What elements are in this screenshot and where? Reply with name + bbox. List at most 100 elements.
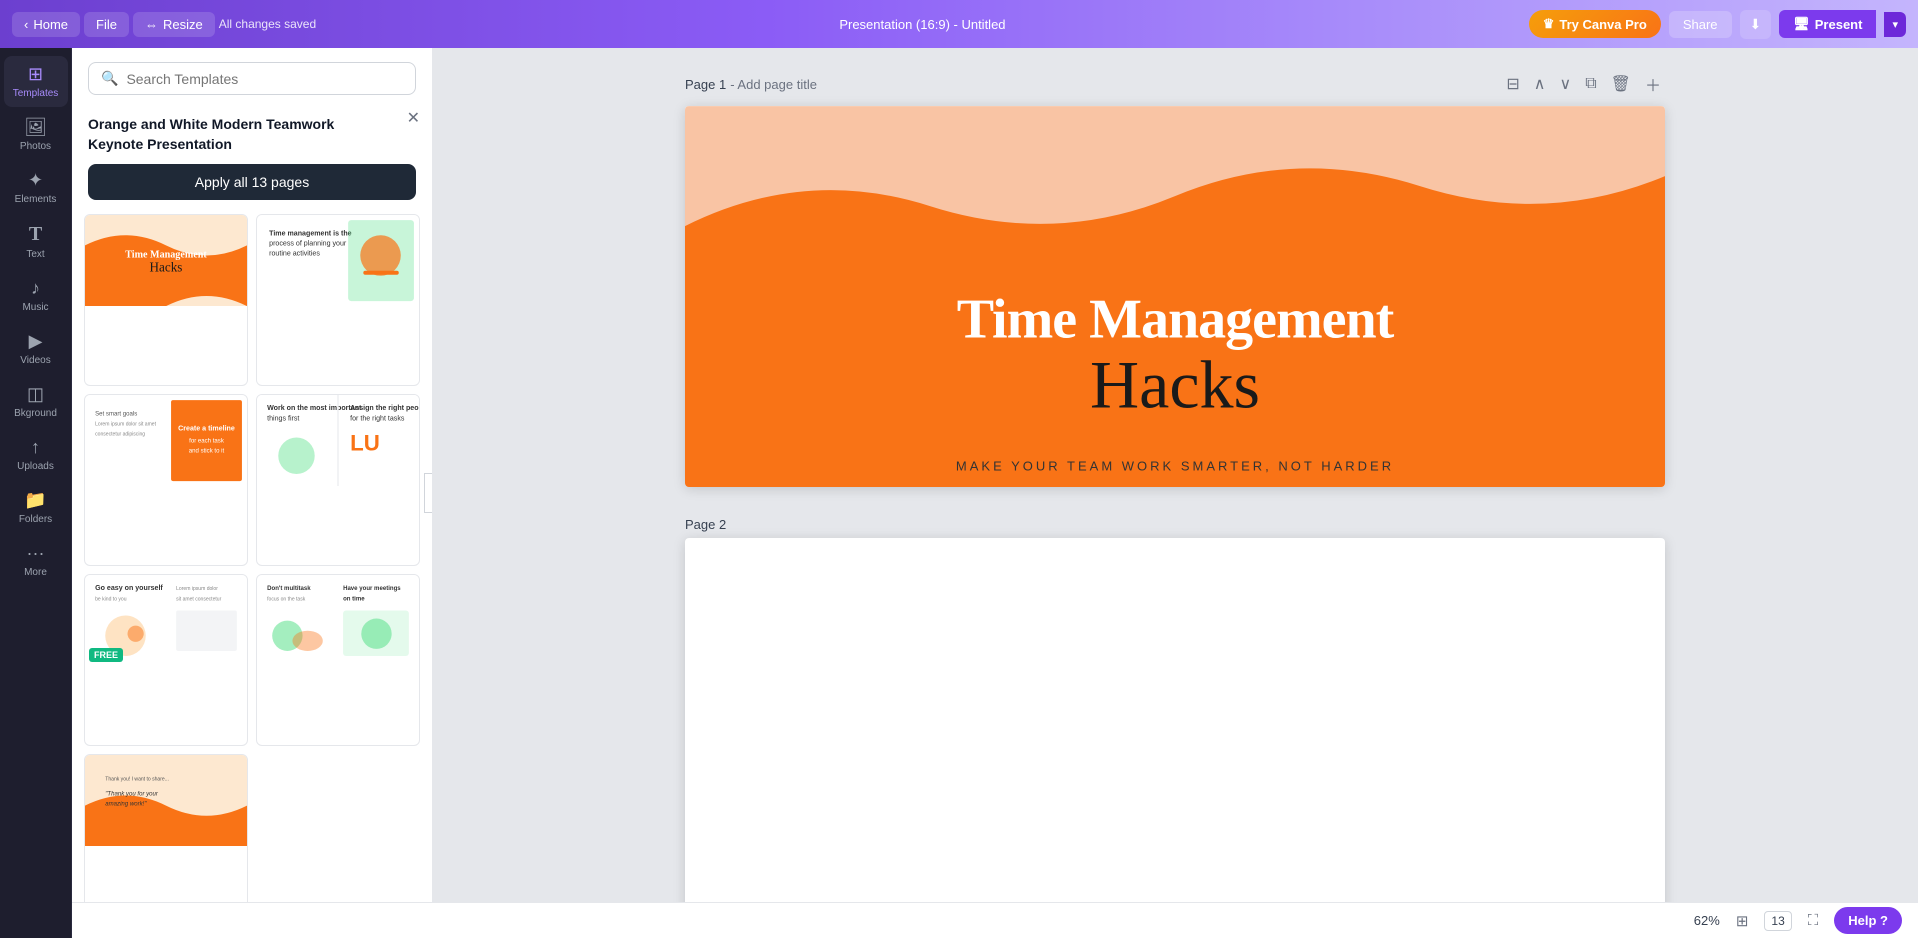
home-button[interactable]: ‹ Home	[12, 12, 80, 37]
slide1-container[interactable]: Time Management Hacks MAKE YOUR TEAM WOR…	[685, 106, 1665, 487]
present-dropdown-button[interactable]: ▾	[1884, 12, 1906, 37]
layout-button[interactable]: ⊟	[1502, 70, 1523, 98]
hide-panel-button[interactable]: ‹	[424, 473, 432, 513]
svg-text:Create a timeline: Create a timeline	[178, 425, 235, 433]
sidebar-item-photos[interactable]: 🖼 Photos	[4, 109, 68, 160]
share-button[interactable]: Share	[1669, 11, 1732, 38]
sidebar-item-uploads[interactable]: ↑ Uploads	[4, 429, 68, 480]
svg-text:Time management is the: Time management is the	[269, 229, 352, 237]
sidebar-label-more: More	[24, 567, 47, 578]
svg-text:Have your meetings: Have your meetings	[343, 586, 401, 592]
template-thumb-5[interactable]: Go easy on yourself be kind to you Lorem…	[84, 574, 248, 746]
sidebar-label-background: Bkground	[14, 408, 57, 419]
fullscreen-button[interactable]: ⛶	[1802, 909, 1825, 932]
monitor-icon: 🖥	[1793, 16, 1810, 32]
page1-label: Page 1	[685, 77, 726, 92]
close-panel-button[interactable]: ✕	[407, 108, 420, 128]
download-icon: ⬇	[1750, 16, 1762, 32]
slide1-title-main: Time Management	[956, 289, 1394, 351]
svg-text:Work on the most important: Work on the most important	[267, 404, 362, 412]
present-button[interactable]: 🖥 Present	[1779, 10, 1876, 38]
slide1-title-script: Hacks	[956, 351, 1394, 419]
page1-label-row: Page 1 - Add page title ⊟ ∧ ∨ ⧉ 🗑 ＋	[685, 68, 1665, 100]
page1-actions: ⊟ ∧ ∨ ⧉ 🗑 ＋	[1502, 68, 1665, 100]
slide1-text: Time Management Hacks MAKE YOUR TEAM WOR…	[956, 289, 1394, 474]
resize-button[interactable]: ⇔ Resize	[133, 12, 215, 37]
nav-center: Presentation (16:9) - Untitled	[324, 17, 1521, 32]
slide1-subtitle: MAKE YOUR TEAM WORK SMARTER, NOT HARDER	[956, 459, 1394, 474]
try-canva-pro-button[interactable]: ♛ Try Canva Pro	[1529, 10, 1661, 38]
svg-text:"Thank you for your: "Thank you for your	[105, 792, 159, 798]
crown-icon: ♛	[1543, 16, 1555, 32]
slide2-container[interactable]	[685, 538, 1665, 919]
template-thumb-7[interactable]: Thank you! I want to share... "Thank you…	[84, 754, 248, 926]
svg-text:Assign the right people: Assign the right people	[350, 404, 419, 412]
svg-text:process of planning your: process of planning your	[269, 240, 347, 248]
svg-text:Set smart goals: Set smart goals	[95, 411, 137, 417]
page1-add-title[interactable]: - Add page title	[730, 77, 817, 92]
thumb-svg-6: Don't multitask focus on the task Have y…	[257, 575, 419, 666]
sidebar-label-folders: Folders	[19, 514, 52, 525]
sidebar-label-photos: Photos	[20, 141, 51, 152]
sidebar-item-elements[interactable]: ✦ Elements	[4, 162, 68, 213]
thumb-svg-1: Time Management Hacks	[85, 215, 247, 306]
svg-text:consectetur adipiscing: consectetur adipiscing	[95, 432, 145, 438]
template-grid: Time Management Hacks Time management is…	[72, 210, 432, 938]
template-thumb-4[interactable]: Work on the most important things first …	[256, 394, 420, 566]
template-thumb-2[interactable]: Time management is the process of planni…	[256, 214, 420, 386]
sidebar-item-folders[interactable]: 📁 Folders	[4, 482, 68, 533]
thumb-svg-4: Work on the most important things first …	[257, 395, 419, 486]
sidebar-item-more[interactable]: ··· More	[4, 535, 68, 586]
photos-icon: 🖼	[24, 117, 47, 138]
add-page-button[interactable]: ＋	[1641, 68, 1665, 100]
move-down-button[interactable]: ∨	[1556, 70, 1576, 98]
svg-text:Thank you! I want to share...: Thank you! I want to share...	[105, 776, 169, 782]
svg-text:on time: on time	[343, 596, 365, 602]
elements-icon: ✦	[28, 170, 43, 191]
videos-icon: ▶	[29, 331, 43, 352]
resize-icon: ⇔	[145, 17, 158, 32]
sidebar-item-templates[interactable]: ⊞ Templates	[4, 56, 68, 107]
chevron-left-icon: ‹	[24, 17, 28, 32]
page2-label: Page 2	[685, 517, 726, 532]
text-icon: T	[29, 223, 42, 246]
svg-text:sit amet consectetur: sit amet consectetur	[176, 596, 221, 602]
svg-text:Lorem ipsum dolor sit amet: Lorem ipsum dolor sit amet	[95, 422, 156, 428]
apply-all-button[interactable]: Apply all 13 pages	[88, 164, 416, 200]
move-up-button[interactable]: ∧	[1530, 70, 1550, 98]
svg-text:Lorem ipsum dolor: Lorem ipsum dolor	[176, 586, 218, 592]
svg-text:Don't multitask: Don't multitask	[267, 586, 311, 592]
sidebar-item-background[interactable]: ◫ Bkground	[4, 376, 68, 427]
sidebar-item-text[interactable]: T Text	[4, 215, 68, 268]
help-button[interactable]: Help ?	[1834, 907, 1902, 934]
svg-text:focus on the task: focus on the task	[267, 596, 306, 602]
delete-page-button[interactable]: 🗑	[1607, 70, 1635, 98]
save-status: All changes saved	[219, 17, 316, 31]
download-button[interactable]: ⬇	[1740, 10, 1772, 39]
duplicate-page-button[interactable]: ⧉	[1581, 71, 1600, 97]
page2-label-row: Page 2	[685, 517, 1665, 532]
svg-text:amazing work!": amazing work!"	[105, 802, 147, 808]
svg-text:for each task: for each task	[189, 439, 225, 445]
sidebar-item-videos[interactable]: ▶ Videos	[4, 323, 68, 374]
svg-text:things first: things first	[267, 414, 299, 422]
nav-left: ‹ Home File ⇔ Resize All changes saved	[12, 12, 316, 37]
main-layout: ⊞ Templates 🖼 Photos ✦ Elements T Text ♪…	[0, 48, 1918, 938]
grid-view-button[interactable]: ⊞	[1730, 909, 1755, 933]
panel-header: 🔍	[72, 48, 432, 105]
top-navigation: ‹ Home File ⇔ Resize All changes saved P…	[0, 0, 1918, 48]
template-thumb-1[interactable]: Time Management Hacks	[84, 214, 248, 386]
template-thumb-3[interactable]: Set smart goals Lorem ipsum dolor sit am…	[84, 394, 248, 566]
file-button[interactable]: File	[84, 12, 129, 37]
template-thumb-6[interactable]: Don't multitask focus on the task Have y…	[256, 574, 420, 746]
search-icon: 🔍	[101, 70, 118, 87]
search-input[interactable]	[126, 71, 403, 87]
search-box: 🔍	[88, 62, 416, 95]
sidebar-label-music: Music	[22, 302, 48, 313]
svg-text:Hacks: Hacks	[150, 260, 183, 275]
nav-right: ♛ Try Canva Pro Share ⬇ 🖥 Present ▾	[1529, 10, 1906, 39]
sidebar-item-music[interactable]: ♪ Music	[4, 270, 68, 321]
more-icon: ···	[27, 543, 45, 564]
uploads-icon: ↑	[31, 437, 40, 458]
sidebar-label-videos: Videos	[20, 355, 50, 366]
